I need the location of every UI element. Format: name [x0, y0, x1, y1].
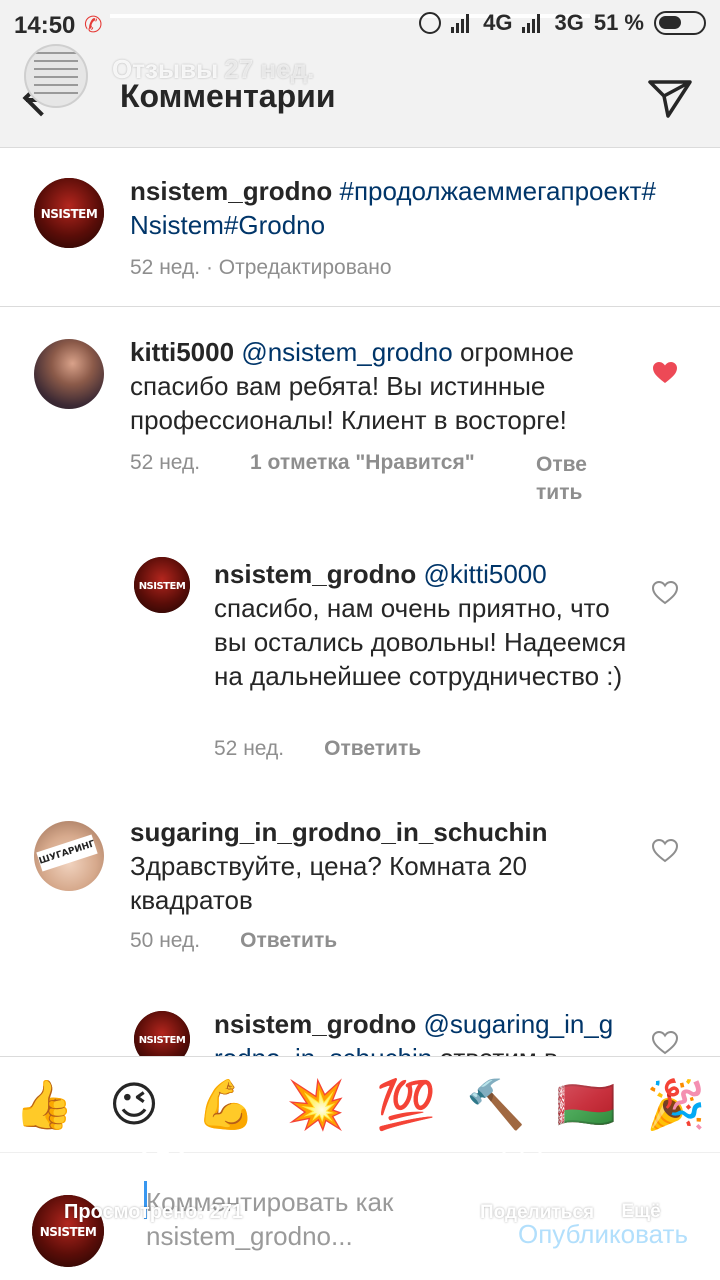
avatar[interactable]: NSISTEM [134, 557, 190, 613]
eye-icon [141, 1144, 185, 1164]
comment-username[interactable]: nsistem_grodno [214, 559, 416, 589]
more-label[interactable]: Ещё [604, 1201, 678, 1223]
comment-item: kitti5000 @nsistem_grodno огромное спаси… [0, 307, 720, 537]
avatar[interactable] [34, 339, 104, 409]
flexed-biceps-emoji[interactable]: 💪 [196, 1075, 256, 1135]
direct-send-icon[interactable] [646, 74, 694, 122]
reply-comment: NSISTEM nsistem_grodno @sugaring_in_grod… [0, 995, 720, 1056]
comment-time: 52 нед. [130, 256, 201, 279]
comment-meta: 50 нед. Ответить [130, 929, 337, 953]
mention-link[interactable]: @nsistem_grodno [241, 337, 452, 367]
comment-time: 52 нед. [130, 451, 201, 474]
status-time: 14:50 [14, 12, 76, 39]
comment-body: ответим в [440, 1043, 558, 1056]
belarus-flag-emoji[interactable]: 🇧🇾 [556, 1075, 616, 1135]
network-label-4g: 4G [483, 10, 513, 35]
battery-icon [654, 11, 706, 35]
story-title: Отзывы 27 нед. [112, 54, 314, 85]
story-thumbnail[interactable] [24, 44, 88, 108]
status-indicators: 4G 3G 51 % [419, 10, 706, 36]
comment-username[interactable]: nsistem_grodno [130, 176, 332, 206]
reply-label[interactable]: Ответить [536, 451, 596, 507]
reply-button[interactable]: Ответить [536, 451, 596, 507]
comment-username[interactable]: nsistem_grodno [214, 1009, 416, 1039]
comment-time: 52 нед. [214, 737, 285, 760]
caption-comment: NSISTEM nsistem_grodno #продолжаеммегапр… [0, 150, 720, 306]
viewed-count[interactable]: Просмотрено: 271 [64, 1201, 243, 1224]
avatar[interactable]: NSISTEM [134, 1011, 190, 1056]
comment-text: nsistem_grodno #продолжаеммегапроект#Nsi… [130, 174, 670, 242]
comment-meta: 52 нед. Ответить [214, 737, 421, 761]
comment-meta: 52 нед. · Отредактировано [130, 256, 392, 280]
like-heart-filled-icon[interactable] [652, 361, 678, 385]
avatar[interactable]: ШУГАРИНГ [34, 821, 104, 891]
hundred-points-emoji[interactable]: 💯 [376, 1075, 436, 1135]
avatar[interactable]: NSISTEM [34, 178, 104, 248]
comment-time: 50 нед. [130, 929, 201, 952]
comment-meta: 52 нед. [130, 451, 200, 475]
winking-face-emoji[interactable]: 😉 [104, 1075, 164, 1135]
comment-composer: NSISTEM Комментировать как nsistem_grodn… [0, 1124, 720, 1280]
comment-username[interactable]: kitti5000 [130, 337, 234, 367]
share-label[interactable]: Поделиться [480, 1201, 594, 1225]
network-label-3g: 3G [554, 10, 584, 35]
alarm-icon [419, 12, 442, 34]
signal-icon [451, 13, 470, 33]
thumbs-up-emoji[interactable]: 👍 [14, 1075, 74, 1135]
emoji-quick-bar: 👍 😉 💪 💥 💯 🔨 🇧🇾 🎉 [0, 1056, 720, 1152]
reply-button[interactable]: Ответить [324, 737, 421, 761]
story-time: 27 нед. [224, 54, 315, 84]
signal-icon-2 [522, 13, 541, 33]
like-heart-icon[interactable] [652, 581, 678, 605]
comment-item: ШУГАРИНГ sugaring_in_grodno_in_schuchin … [0, 795, 720, 995]
missed-call-icon: ✆ [84, 12, 103, 37]
reply-button[interactable]: Ответить [240, 929, 337, 953]
reply-comment: NSISTEM nsistem_grodno @kitti5000 спасиб… [0, 537, 720, 795]
comment-text: sugaring_in_grodno_in_schuchin Здравству… [130, 815, 610, 917]
like-heart-icon[interactable] [652, 839, 678, 863]
comment-username[interactable]: sugaring_in_grodno_in_schuchin [130, 817, 548, 847]
comment-body: спасибо, нам очень приятно, что вы остал… [214, 593, 627, 691]
story-highlight-name: Отзывы [112, 54, 219, 84]
collision-emoji[interactable]: 💥 [286, 1075, 346, 1135]
comment-body: Здравствуйте, цена? Комната 20 квадратов [130, 851, 528, 915]
edited-label: · Отредактировано [205, 256, 392, 279]
status-bar: 14:50 ✆ 4G 3G 51 % [0, 0, 720, 48]
comment-text: kitti5000 @nsistem_grodno огромное спаси… [130, 335, 620, 437]
battery-percent: 51 % [593, 10, 644, 35]
comment-text: nsistem_grodno @kitti5000 спасибо, нам о… [214, 557, 634, 693]
like-heart-icon[interactable] [652, 1031, 678, 1055]
likes-count[interactable]: 1 отметка "Нравится" [250, 451, 475, 475]
more-vertical-icon[interactable] [636, 1133, 644, 1163]
share-icon[interactable] [500, 1123, 544, 1173]
comment-text: nsistem_grodno @sugaring_in_grodno_in_sc… [214, 1007, 614, 1056]
mention-link[interactable]: @kitti5000 [423, 559, 546, 589]
comment-likes[interactable]: 1 отметка "Нравится" [250, 451, 475, 475]
comments-header: Комментарии [0, 48, 720, 148]
party-popper-emoji[interactable]: 🎉 [646, 1075, 706, 1135]
